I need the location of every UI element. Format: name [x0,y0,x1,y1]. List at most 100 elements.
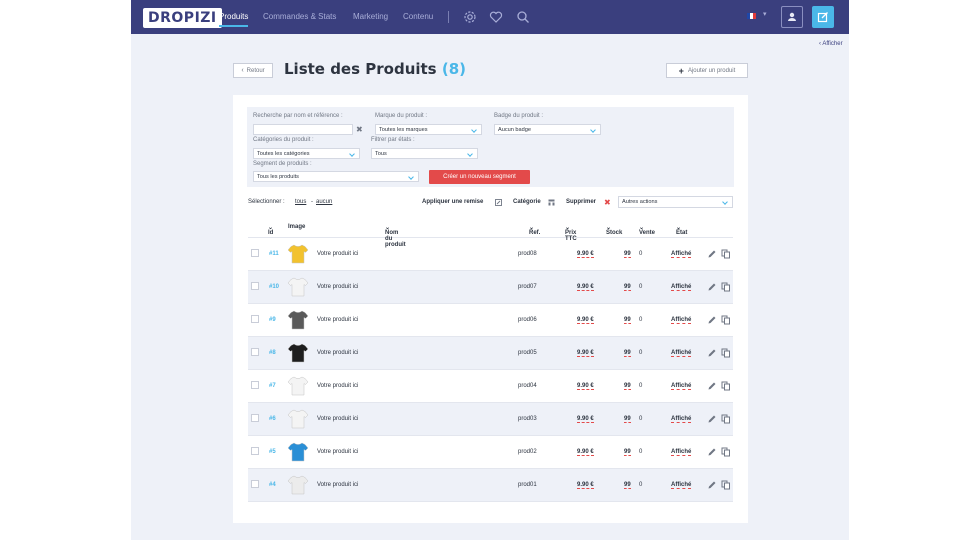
nav-produits[interactable]: Produits [219,12,249,27]
column-sales[interactable]: Vente ⌄ [639,224,655,236]
edit-pencil-icon[interactable] [707,447,717,457]
product-price[interactable]: 9.90 € [577,284,594,291]
product-stock[interactable]: 99 [624,482,631,489]
user-account-button[interactable] [781,6,803,28]
search-input[interactable] [253,124,353,135]
nav-contenu[interactable]: Contenu [403,12,433,21]
column-state[interactable]: Etat ⌄ [676,224,687,236]
duplicate-icon[interactable] [721,348,731,358]
row-checkbox[interactable] [251,348,259,356]
product-state[interactable]: Affiché [671,317,692,324]
product-state[interactable]: Affiché [671,383,692,390]
column-stock[interactable]: Stock ⌄ [606,224,622,236]
product-state[interactable]: Affiché [671,482,692,489]
product-id-link[interactable]: #9 [269,317,276,323]
clear-search-icon[interactable]: ✖ [356,124,363,135]
create-segment-button[interactable]: Créer un nouveau segment [429,170,530,184]
discount-icon[interactable] [495,199,502,206]
duplicate-icon[interactable] [721,249,731,259]
edit-pencil-icon[interactable] [707,282,717,292]
search-icon[interactable] [516,10,530,24]
show-sidebar-toggle[interactable]: ‹ Afficher [819,41,843,47]
duplicate-icon[interactable] [721,315,731,325]
nav-marketing[interactable]: Marketing [353,12,388,21]
product-stock[interactable]: 99 [624,383,631,390]
delete-x-icon[interactable]: ✖ [604,198,611,207]
product-id-link[interactable]: #7 [269,383,276,389]
product-price[interactable]: 9.90 € [577,383,594,390]
state-filter-select[interactable]: Tous [371,148,478,159]
row-checkbox[interactable] [251,381,259,389]
product-state[interactable]: Affiché [671,251,692,258]
row-checkbox[interactable] [251,282,259,290]
product-price[interactable]: 9.90 € [577,317,594,324]
product-price[interactable]: 9.90 € [577,350,594,357]
column-id[interactable]: Id ⌄ [268,224,273,236]
product-id-link[interactable]: #5 [269,449,276,455]
edit-pencil-icon[interactable] [707,414,717,424]
product-id-link[interactable]: #4 [269,482,276,488]
duplicate-icon[interactable] [721,381,731,391]
duplicate-icon[interactable] [721,414,731,424]
dropizi-logo[interactable]: DROPIZI [143,8,222,28]
table-row[interactable]: #8 Votre produit ici prod05 9.90 € 99 0 Affich… [248,337,733,370]
select-none-link[interactable]: aucun [316,199,332,205]
duplicate-icon[interactable] [721,480,731,490]
row-checkbox[interactable] [251,480,259,488]
product-stock[interactable]: 99 [624,350,631,357]
row-checkbox[interactable] [251,315,259,323]
product-price[interactable]: 9.90 € [577,482,594,489]
table-row[interactable]: #7 Votre produit ici prod04 9.90 € 99 0 Affich… [248,370,733,403]
segment-select[interactable]: Tous les produits [253,171,419,182]
badge-select[interactable]: Aucun badge [494,124,601,135]
product-id-link[interactable]: #10 [269,284,279,290]
product-stock[interactable]: 99 [624,251,631,258]
edit-pencil-icon[interactable] [707,381,717,391]
duplicate-icon[interactable] [721,447,731,457]
column-price[interactable]: Prix TTC ⌄ [565,224,577,242]
french-flag-icon[interactable] [747,13,756,19]
quick-edit-button[interactable] [812,6,834,28]
product-price[interactable]: 9.90 € [577,416,594,423]
product-id-link[interactable]: #11 [269,251,279,257]
product-state[interactable]: Affiché [671,449,692,456]
nav-commandes-stats[interactable]: Commandes & Stats [263,12,336,21]
product-stock[interactable]: 99 [624,317,631,324]
language-caret-icon[interactable]: ▾ [763,10,767,18]
product-price[interactable]: 9.90 € [577,251,594,258]
product-id-link[interactable]: #6 [269,416,276,422]
product-state[interactable]: Affiché [671,350,692,357]
add-product-button[interactable]: + Ajouter un produit [666,63,748,78]
brand-select[interactable]: Toutes les marques [375,124,482,135]
category-action-button[interactable]: Catégorie [513,199,541,205]
product-stock[interactable]: 99 [624,284,631,291]
table-row[interactable]: #10 Votre produit ici prod07 9.90 € 99 0 Affic… [248,271,733,304]
edit-pencil-icon[interactable] [707,315,717,325]
edit-pencil-icon[interactable] [707,348,717,358]
product-stock[interactable]: 99 [624,449,631,456]
table-row[interactable]: #11 Votre produit ici prod08 9.90 € 99 0 Affic… [248,238,733,271]
column-name[interactable]: Nom du produit ⌄ [385,224,406,248]
back-button[interactable]: ‹ Retour [233,63,273,78]
category-list-icon[interactable] [548,199,555,206]
gear-icon[interactable] [463,10,477,24]
product-state[interactable]: Affiché [671,284,692,291]
edit-pencil-icon[interactable] [707,480,717,490]
duplicate-icon[interactable] [721,282,731,292]
row-checkbox[interactable] [251,249,259,257]
category-select[interactable]: Toutes les catégories [253,148,360,159]
edit-pencil-icon[interactable] [707,249,717,259]
select-all-link[interactable]: tous [295,199,306,205]
delete-action-button[interactable]: Supprimer [566,199,596,205]
table-row[interactable]: #9 Votre produit ici prod06 9.90 € 99 0 Affich… [248,304,733,337]
table-row[interactable]: #5 Votre produit ici prod02 9.90 € 99 0 Affich… [248,436,733,469]
row-checkbox[interactable] [251,447,259,455]
product-price[interactable]: 9.90 € [577,449,594,456]
column-ref[interactable]: Ref. ⌄ [529,224,540,236]
product-id-link[interactable]: #8 [269,350,276,356]
product-state[interactable]: Affiché [671,416,692,423]
product-stock[interactable]: 99 [624,416,631,423]
other-actions-select[interactable]: Autres actions [618,196,733,208]
apply-discount-button[interactable]: Appliquer une remise [422,199,483,205]
row-checkbox[interactable] [251,414,259,422]
